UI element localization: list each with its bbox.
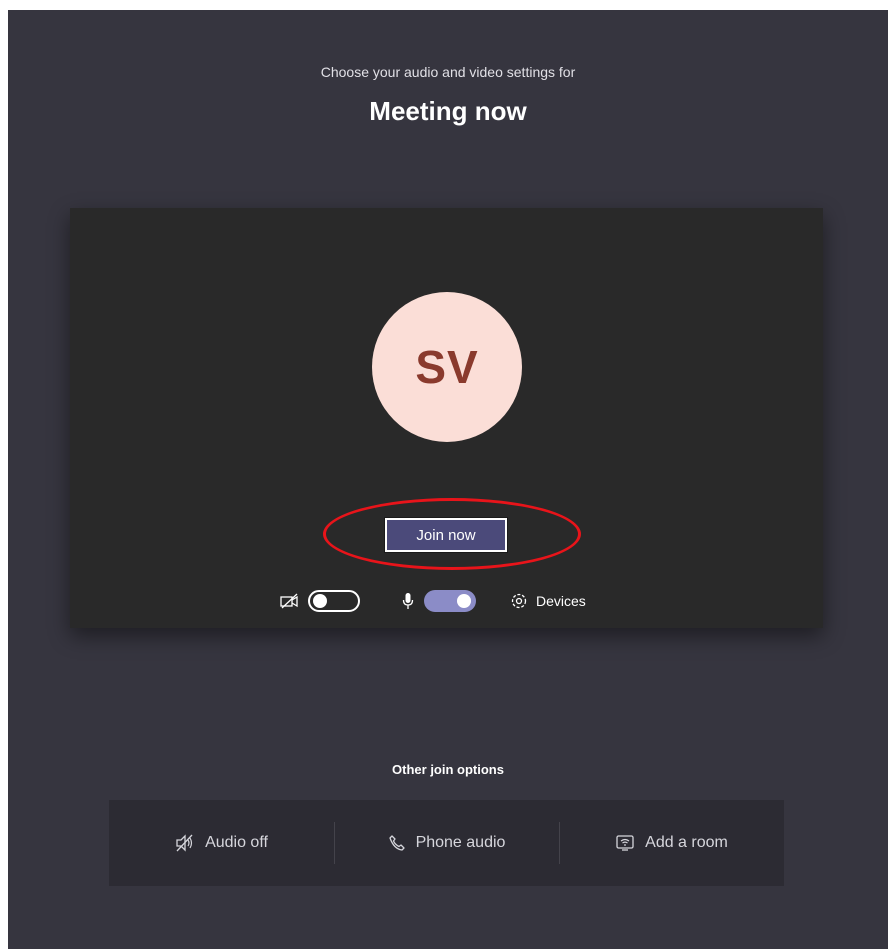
- meeting-title: Meeting now: [369, 96, 527, 126]
- phone-audio-option[interactable]: Phone audio: [334, 800, 559, 886]
- microphone-toggle-knob: [457, 594, 471, 608]
- gear-icon: [510, 592, 528, 610]
- camera-off-icon: [280, 593, 300, 609]
- pre-join-screen: Choose your audio and video settings for…: [8, 10, 888, 949]
- av-controls: Devices: [280, 585, 586, 617]
- add-room-label: Add a room: [645, 834, 728, 851]
- devices-label: Devices: [536, 593, 586, 609]
- join-now-button[interactable]: Join now: [384, 517, 508, 553]
- microphone-toggle[interactable]: [424, 590, 476, 612]
- other-join-options-label: Other join options: [392, 762, 504, 777]
- avatar: SV: [372, 292, 522, 442]
- avatar-initials: SV: [415, 341, 479, 393]
- phone-icon: [388, 834, 406, 852]
- microphone-icon: [402, 592, 414, 610]
- add-room-option[interactable]: Add a room: [559, 800, 784, 886]
- audio-off-label: Audio off: [205, 834, 268, 851]
- phone-audio-label: Phone audio: [415, 834, 506, 851]
- other-join-options: Audio off Phone audio Add a room: [109, 800, 784, 886]
- settings-subtitle: Choose your audio and video settings for: [320, 64, 576, 80]
- devices-button[interactable]: Devices: [510, 592, 586, 610]
- cast-room-icon: [615, 834, 635, 852]
- speaker-off-icon: [175, 834, 195, 852]
- audio-off-option[interactable]: Audio off: [109, 800, 334, 886]
- video-preview: SV Join now Devices: [70, 208, 823, 628]
- camera-toggle-knob: [313, 594, 327, 608]
- camera-toggle[interactable]: [308, 590, 360, 612]
